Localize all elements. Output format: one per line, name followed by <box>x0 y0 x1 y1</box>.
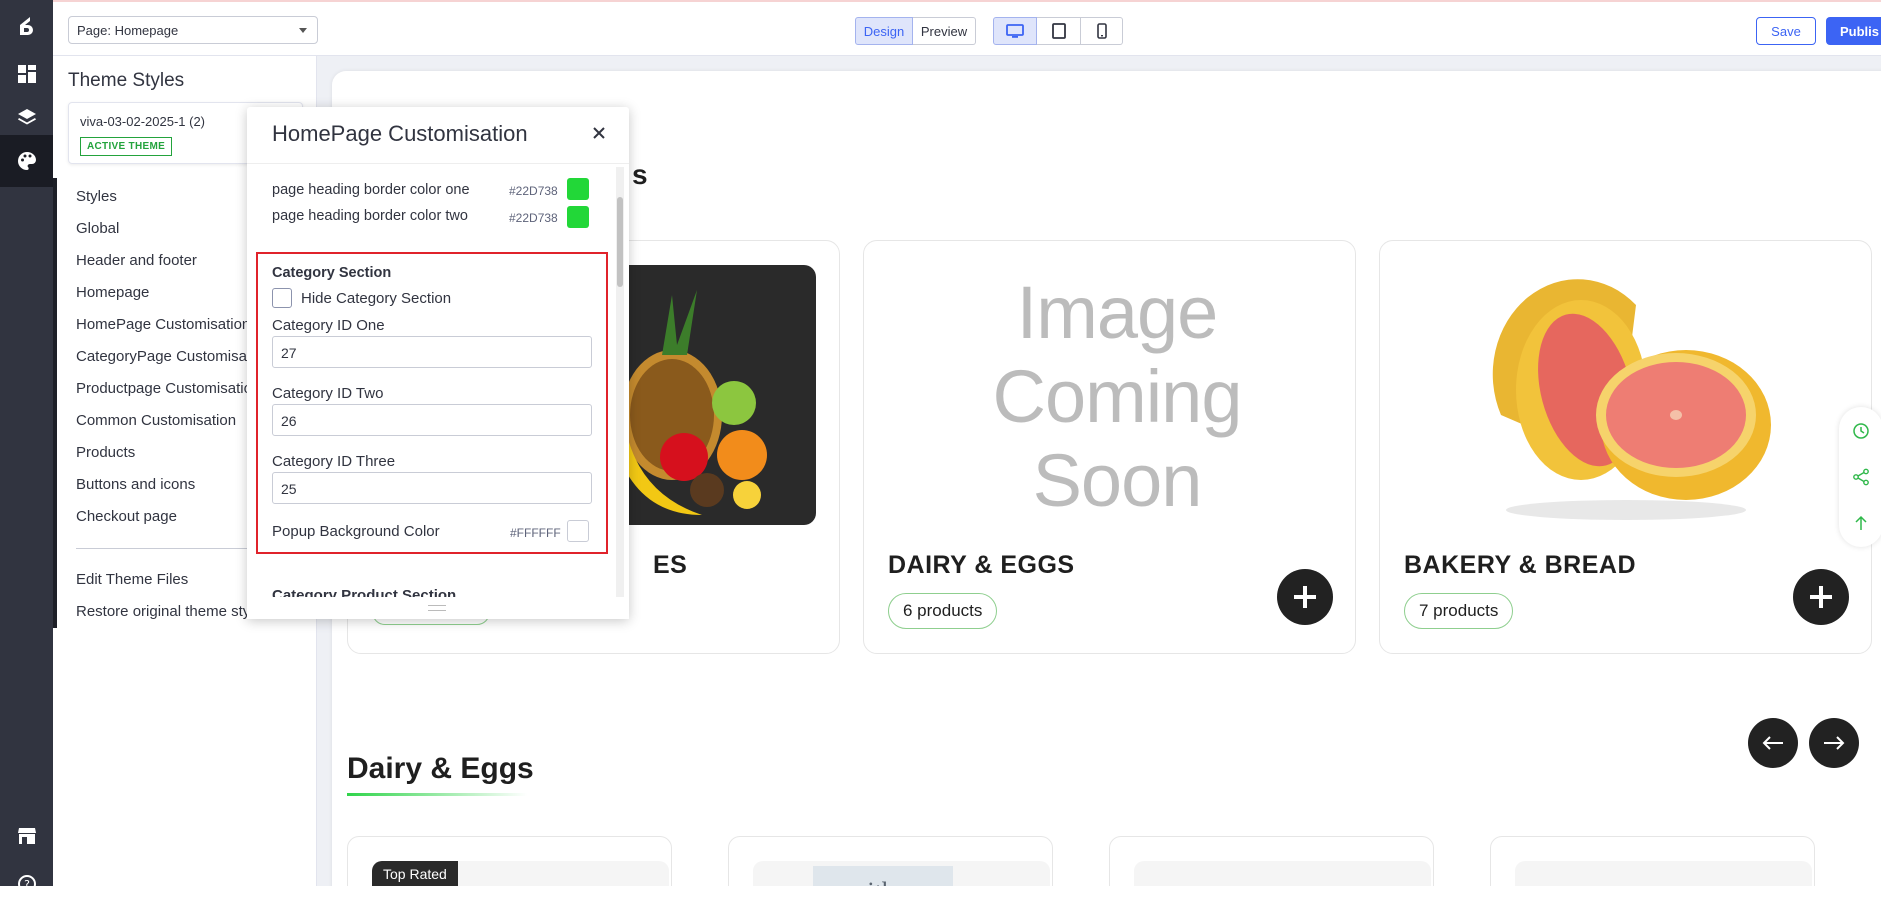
color-hex: #22D738 <box>509 211 558 225</box>
app-rail: ? <box>0 0 53 893</box>
product-card[interactable] <box>1109 836 1434 886</box>
homepage-customisation-panel: HomePage Customisation page heading bord… <box>247 107 629 619</box>
bigcommerce-logo[interactable] <box>0 0 53 52</box>
section-heading: Dairy & Eggs <box>347 752 534 785</box>
bigcommerce-logo-icon <box>19 17 33 35</box>
product-image <box>1515 861 1812 886</box>
resize-grip-icon[interactable] <box>428 605 446 611</box>
chevron-down-icon <box>299 28 307 33</box>
color-hex: #22D738 <box>509 184 558 198</box>
highlight-box <box>256 252 608 554</box>
product-card[interactable]: smith <box>728 836 1053 886</box>
carousel-next-button[interactable] <box>1809 718 1859 768</box>
sidebar-item-categorypage-customisation[interactable]: CategoryPage Customisat <box>76 348 251 365</box>
category-card[interactable]: BAKERY & BREAD 7 products <box>1379 240 1872 654</box>
panel-title: HomePage Customisation <box>272 121 528 146</box>
color-swatch[interactable] <box>567 206 589 228</box>
sidebar-item-global[interactable]: Global <box>76 220 119 237</box>
device-toggle <box>993 17 1123 45</box>
sidebar-item-styles[interactable]: Styles <box>76 188 117 205</box>
product-count-pill: 6 products <box>888 593 998 629</box>
sidebar-item-homepage-customisation[interactable]: HomePage Customisation <box>76 316 250 333</box>
active-theme-badge: ACTIVE THEME <box>80 137 173 156</box>
color-row-label: page heading border color two <box>272 208 468 224</box>
help-icon[interactable]: ? <box>0 858 53 910</box>
product-brand: smith <box>837 877 895 886</box>
arrow-up-icon[interactable] <box>1852 514 1870 532</box>
arrow-left-icon <box>1762 736 1783 750</box>
sidebar-item-header-footer[interactable]: Header and footer <box>76 252 197 269</box>
design-mode-button[interactable]: Design <box>855 17 913 45</box>
floating-toolbar <box>1839 407 1881 547</box>
color-row-label: page heading border color one <box>272 182 470 198</box>
add-category-button[interactable] <box>1277 569 1333 625</box>
preview-mode-button[interactable]: Preview <box>913 17 976 45</box>
product-card[interactable] <box>1490 836 1815 886</box>
sidebar-item-buttons-icons[interactable]: Buttons and icons <box>76 476 195 493</box>
section-heading-underline <box>347 793 527 796</box>
sidebar-item-productpage-customisation[interactable]: Productpage Customisatio <box>76 380 252 397</box>
mode-toggle: Design Preview <box>855 17 976 45</box>
sidebar-item-homepage[interactable]: Homepage <box>76 284 149 301</box>
mobile-view-button[interactable] <box>1081 17 1123 45</box>
page-select-value: Page: Homepage <box>77 23 179 38</box>
product-count-pill: 7 products <box>1404 593 1514 629</box>
image-coming-soon-placeholder: Image Coming Soon <box>992 271 1243 522</box>
sidebar-active-indicator <box>53 178 57 588</box>
sidebar-item-checkout-page[interactable]: Checkout page <box>76 508 177 525</box>
desktop-icon <box>1006 24 1024 38</box>
panel-scrollbar-thumb[interactable] <box>617 197 623 287</box>
category-card[interactable]: Image Coming Soon DAIRY & EGGS 6 product… <box>863 240 1356 654</box>
add-category-button[interactable] <box>1793 569 1849 625</box>
scroll-fade <box>247 164 617 176</box>
sidebar-footer-indicator <box>53 564 57 628</box>
storefront-icon[interactable] <box>0 810 53 862</box>
tablet-view-button[interactable] <box>1037 17 1081 45</box>
mobile-icon <box>1096 23 1107 39</box>
category-name: DAIRY & EGGS <box>888 551 1075 579</box>
carousel-prev-button[interactable] <box>1748 718 1798 768</box>
save-button[interactable]: Save <box>1756 17 1816 45</box>
share-icon[interactable] <box>1852 468 1870 486</box>
product-card[interactable]: Top Rated <box>347 836 672 886</box>
next-section-title: Category Product Section <box>272 587 457 597</box>
edit-theme-files-link[interactable]: Edit Theme Files <box>76 571 188 588</box>
palette-icon[interactable] <box>0 135 53 187</box>
sidebar-item-products[interactable]: Products <box>76 444 135 461</box>
close-icon[interactable] <box>591 125 607 141</box>
color-swatch[interactable] <box>567 178 589 200</box>
history-icon[interactable] <box>1852 422 1870 440</box>
section-heading-fragment: s <box>632 159 648 190</box>
category-name: ES <box>653 551 688 579</box>
theme-name: viva-03-02-2025-1 (2) <box>80 114 206 129</box>
publish-button[interactable]: Publis <box>1826 17 1881 45</box>
top-bar: Page: Homepage Design Preview Save Publi… <box>53 0 1881 56</box>
top-rated-badge: Top Rated <box>372 861 458 886</box>
category-name: BAKERY & BREAD <box>1404 551 1637 579</box>
category-image <box>1466 265 1786 527</box>
product-image <box>1134 861 1431 886</box>
svg-text:?: ? <box>24 878 30 891</box>
arrow-right-icon <box>1824 736 1845 750</box>
page-select[interactable]: Page: Homepage <box>68 16 318 44</box>
sidebar-item-common-customisation[interactable]: Common Customisation <box>76 412 236 429</box>
restore-theme-link[interactable]: Restore original theme sty <box>76 603 250 620</box>
sidebar-title: Theme Styles <box>68 70 185 91</box>
tablet-icon <box>1051 23 1066 39</box>
desktop-view-button[interactable] <box>993 17 1037 45</box>
